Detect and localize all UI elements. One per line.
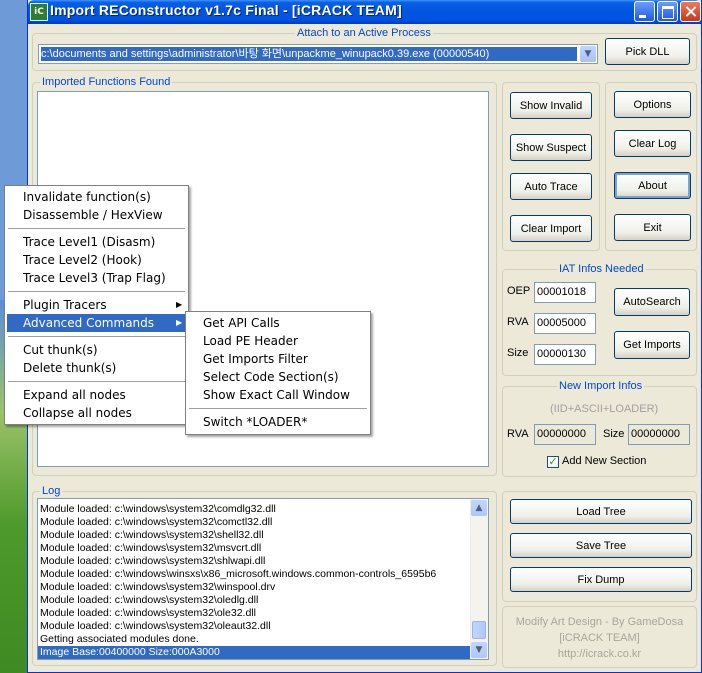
minimize-button[interactable]	[634, 1, 655, 22]
auto-trace-button[interactable]: Auto Trace	[510, 173, 592, 200]
menu-item-cut-thunks[interactable]: Cut thunk(s)	[5, 341, 188, 359]
submenu-item-select-code-sections[interactable]: Select Code Section(s)	[186, 368, 370, 386]
maximize-button[interactable]	[657, 1, 678, 22]
menu-item-advanced-commands[interactable]: Advanced Commands	[7, 314, 186, 332]
credit-line-2: [iCRACK TEAM]	[559, 632, 640, 644]
autosearch-button[interactable]: AutoSearch	[614, 288, 690, 316]
show-suspect-button[interactable]: Show Suspect	[510, 134, 592, 161]
submenu-arrow-icon: ▶	[176, 300, 183, 309]
process-select[interactable]: c:\documents and settings\administrator\…	[38, 44, 598, 64]
log-lines: Module loaded: c:\windows\system32\comdl…	[38, 499, 488, 659]
log-list[interactable]: Module loaded: c:\windows\system32\comdl…	[37, 498, 489, 660]
menu-item-trace-level3[interactable]: Trace Level3 (Trap Flag)	[5, 269, 188, 287]
submenu-item-load-pe-header[interactable]: Load PE Header	[186, 332, 370, 350]
credit-line-3: http://icrack.co.kr	[557, 648, 642, 660]
new-rva-label: RVA	[507, 428, 529, 440]
clear-log-button[interactable]: Clear Log	[614, 130, 691, 157]
load-tree-button[interactable]: Load Tree	[510, 499, 692, 524]
menu-item-invalidate[interactable]: Invalidate function(s)	[5, 188, 188, 206]
menu-item-expand-all[interactable]: Expand all nodes	[5, 386, 188, 404]
log-line[interactable]: Module loaded: c:\windows\system32\ole32…	[38, 607, 488, 620]
log-scrollbar[interactable]: ▲ ▼	[470, 499, 488, 659]
rva-label: RVA	[507, 316, 529, 328]
log-line[interactable]: Module loaded: c:\windows\system32\shlwa…	[38, 555, 488, 568]
iat-label: IAT Infos Needed	[557, 263, 646, 275]
menu-separator	[8, 381, 185, 382]
scroll-up-icon[interactable]: ▲	[471, 500, 487, 516]
exit-button[interactable]: Exit	[614, 214, 691, 241]
log-line[interactable]: Module loaded: c:\windows\system32\shell…	[38, 529, 488, 542]
log-line[interactable]: Image Base:00400000 Size:000A3000	[38, 646, 470, 659]
log-line[interactable]: Module loaded: c:\windows\winsxs\x86_mic…	[38, 568, 488, 581]
app-icon: iC	[30, 3, 48, 21]
log-line[interactable]: Getting associated modules done.	[38, 633, 488, 646]
close-button[interactable]	[680, 1, 701, 22]
context-menu: Invalidate function(s) Disassemble / Hex…	[4, 185, 189, 425]
title-bar[interactable]: iC Import REConstructor v1.7c Final - [i…	[28, 0, 701, 24]
options-button[interactable]: Options	[614, 91, 691, 118]
credit-line-1: Modify Art Design - By GameDosa	[515, 616, 684, 628]
menu-item-trace-level1[interactable]: Trace Level1 (Disasm)	[5, 233, 188, 251]
scroll-thumb[interactable]	[472, 621, 486, 639]
menu-separator	[8, 336, 185, 337]
pick-dll-button[interactable]: Pick DLL	[605, 38, 690, 65]
chevron-down-icon[interactable]: ▼	[580, 46, 596, 62]
log-line[interactable]: Module loaded: c:\windows\system32\msvcr…	[38, 542, 488, 555]
log-line[interactable]: Module loaded: c:\windows\system32\oledl…	[38, 594, 488, 607]
credit-text: Modify Art Design - By GameDosa [iCRACK …	[502, 614, 697, 662]
menu-separator	[8, 291, 185, 292]
submenu-item-switch-loader[interactable]: Switch *LOADER*	[186, 413, 370, 431]
log-line[interactable]: Module loaded: c:\windows\system32\winsp…	[38, 581, 488, 594]
new-size-label: Size	[603, 428, 625, 440]
attach-label: Attach to an Active Process	[295, 27, 433, 39]
add-section-label[interactable]: Add New Section	[562, 455, 646, 467]
iat-group	[502, 269, 697, 376]
submenu-item-show-exact-call-window[interactable]: Show Exact Call Window	[186, 386, 370, 404]
oep-label: OEP	[507, 285, 531, 297]
menu-item-disassemble[interactable]: Disassemble / HexView	[5, 206, 188, 224]
submenu-arrow-icon: ▶	[176, 318, 183, 327]
log-line[interactable]: Module loaded: c:\windows\system32\oleau…	[38, 620, 488, 633]
new-rva-field: 00000000	[534, 424, 596, 445]
show-invalid-button[interactable]: Show Invalid	[510, 92, 592, 119]
menu-item-delete-thunks[interactable]: Delete thunk(s)	[5, 359, 188, 377]
scroll-down-icon[interactable]: ▼	[471, 642, 487, 658]
process-value: c:\documents and settings\administrator\…	[41, 47, 577, 61]
window-title: Import REConstructor v1.7c Final - [iCRA…	[50, 2, 402, 18]
new-import-label: New Import Infos	[557, 380, 645, 392]
log-line[interactable]: Module loaded: c:\windows\system32\comct…	[38, 516, 488, 529]
menu-item-trace-level2[interactable]: Trace Level2 (Hook)	[5, 251, 188, 269]
log-label: Log	[40, 485, 63, 497]
imports-label: Imported Functions Found	[40, 76, 173, 88]
advanced-commands-submenu: Get API Calls Load PE Header Get Imports…	[185, 311, 371, 435]
add-section-checkbox[interactable]: ✓	[547, 456, 559, 468]
oep-field[interactable]: 00001018	[534, 282, 596, 303]
log-line[interactable]: Module loaded: c:\windows\system32\comdl…	[38, 503, 488, 516]
menu-separator	[8, 228, 185, 229]
submenu-item-get-api-calls[interactable]: Get API Calls	[186, 314, 370, 332]
save-tree-button[interactable]: Save Tree	[510, 533, 692, 558]
new-size-field: 00000000	[628, 424, 690, 445]
menu-item-collapse-all[interactable]: Collapse all nodes	[5, 404, 188, 422]
get-imports-button[interactable]: Get Imports	[614, 331, 690, 359]
rva-field[interactable]: 00005000	[534, 313, 596, 334]
fix-dump-button[interactable]: Fix Dump	[510, 567, 692, 592]
size-field[interactable]: 00000130	[534, 344, 596, 365]
clear-import-button[interactable]: Clear Import	[510, 215, 592, 242]
menu-item-plugin-tracers[interactable]: Plugin Tracers	[5, 296, 188, 314]
size-label: Size	[507, 347, 529, 359]
about-button[interactable]: About	[614, 172, 691, 199]
new-import-subtitle: (IID+ASCII+LOADER)	[550, 403, 659, 415]
menu-separator	[189, 408, 367, 409]
submenu-item-get-imports-filter[interactable]: Get Imports Filter	[186, 350, 370, 368]
